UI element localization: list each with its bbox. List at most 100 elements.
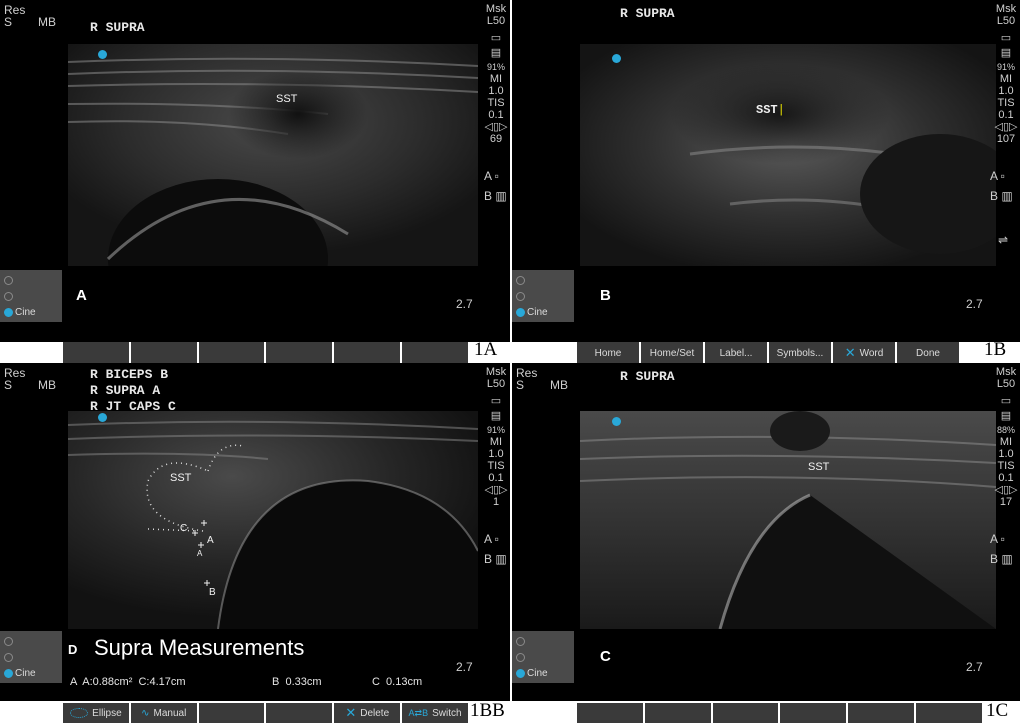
parameter-strip: Msk L50 ▭ ▤ 91% MI 1.0 TIS 0.1 ◁▯▷ 69 xyxy=(478,4,510,146)
mi-value: 1.0 xyxy=(488,448,504,460)
word-button[interactable]: ✕ Word xyxy=(833,342,895,364)
symbols-button[interactable]: Symbols... xyxy=(769,342,831,364)
softkey[interactable] xyxy=(916,703,982,723)
softkey[interactable] xyxy=(198,703,265,723)
radio-icon[interactable] xyxy=(4,637,13,646)
radio-icon[interactable] xyxy=(4,276,13,285)
disk-icon: ▤ xyxy=(1000,410,1012,422)
marker-b: B xyxy=(209,587,216,598)
panel-letter: D xyxy=(68,642,78,657)
panel-letter: B xyxy=(600,287,611,304)
mi-label: MI xyxy=(489,436,503,448)
home-set-button[interactable]: Home/Set xyxy=(641,342,703,364)
switch-icon: A⇄B xyxy=(408,707,429,718)
ellipse-label: Ellipse xyxy=(92,707,122,719)
battery-icon: ▭ xyxy=(490,395,502,407)
switch-label: Switch xyxy=(432,707,462,719)
figure-label: 1BB xyxy=(470,700,505,721)
battery-icon: ▭ xyxy=(1000,32,1012,44)
panel-c: Res S MB R SUPRA SST Msk L50 ▭ ▤ 88% MI … xyxy=(512,363,1020,701)
home-button[interactable]: Home xyxy=(577,342,639,364)
softkey[interactable] xyxy=(848,703,915,723)
softkey[interactable] xyxy=(266,703,333,723)
focus-marker xyxy=(98,50,107,59)
probe-model: L50 xyxy=(486,378,506,390)
cine-label: Cine xyxy=(527,307,548,318)
delete-label: Delete xyxy=(360,707,390,719)
depth-value: 2.7 xyxy=(456,297,473,311)
button-bar xyxy=(577,703,982,723)
image-title-line: R BICEPS B xyxy=(90,367,169,382)
trace-icon: ∿ xyxy=(141,707,150,719)
mi-value: 1.0 xyxy=(998,448,1014,460)
cine-panel[interactable]: Cine xyxy=(512,631,574,683)
ultrasound-image xyxy=(580,44,996,266)
tis-label: TIS xyxy=(487,97,505,109)
mi-value: 1.0 xyxy=(488,85,504,97)
probe-model: L50 xyxy=(996,15,1016,27)
radio-icon[interactable] xyxy=(516,276,525,285)
measurement-b: B 0.33cm xyxy=(272,676,322,688)
panel-a: Res S MB R SUPRA SST Msk L50 ▭ ▤ 91% MI … xyxy=(0,0,510,342)
sst-label: SST xyxy=(808,461,830,473)
softkey[interactable] xyxy=(198,342,265,364)
softkey[interactable] xyxy=(780,703,847,723)
cine-radio-icon[interactable] xyxy=(4,308,13,317)
mb-label: MB xyxy=(550,378,568,392)
probe-model: L50 xyxy=(486,15,506,27)
tis-label: TIS xyxy=(997,460,1015,472)
probe-label: Msk xyxy=(995,3,1017,15)
softkey[interactable] xyxy=(644,703,711,723)
softkey[interactable] xyxy=(266,342,333,364)
frame-rate-icon: ◁▯▷ xyxy=(994,121,1018,133)
cine-panel[interactable]: Cine xyxy=(0,631,62,683)
screen-a-icon: A ▫ xyxy=(990,532,1005,546)
cine-panel[interactable]: Cine xyxy=(0,270,62,322)
image-title: R SUPRA xyxy=(620,6,675,21)
probe-label: Msk xyxy=(485,366,507,378)
screen-a-icon: A ▫ xyxy=(484,169,499,183)
radio-icon[interactable] xyxy=(516,653,525,662)
tis-value: 0.1 xyxy=(998,472,1014,484)
cine-panel[interactable]: Cine xyxy=(512,270,574,322)
radio-icon[interactable] xyxy=(4,292,13,301)
switch-button[interactable]: A⇄B Switch xyxy=(402,703,468,723)
softkey[interactable] xyxy=(63,342,129,364)
manual-button[interactable]: ∿ Manual xyxy=(130,703,197,723)
battery-icon: ▭ xyxy=(1000,395,1012,407)
radio-icon[interactable] xyxy=(4,653,13,662)
disk-icon: ▤ xyxy=(1000,47,1012,59)
button-bar xyxy=(63,342,468,364)
screen-b-icon: B ▥ xyxy=(990,552,1013,566)
frame-rate-value: 17 xyxy=(999,496,1013,508)
sst-label: SST xyxy=(276,93,298,105)
delete-button[interactable]: ✕ Delete xyxy=(334,703,401,723)
softkey[interactable] xyxy=(712,703,779,723)
softkey[interactable] xyxy=(130,342,197,364)
cine-label: Cine xyxy=(527,668,548,679)
depth-value: 2.7 xyxy=(456,660,473,674)
mi-label: MI xyxy=(999,436,1013,448)
softkey[interactable] xyxy=(577,703,643,723)
gain-value: 91% xyxy=(486,425,505,435)
tis-label: TIS xyxy=(487,460,505,472)
done-button[interactable]: Done xyxy=(897,342,959,364)
cine-radio-icon[interactable] xyxy=(516,308,525,317)
radio-icon[interactable] xyxy=(516,292,525,301)
figure-label: 1C xyxy=(986,700,1009,721)
panel-d: Res S MB R BICEPS B R SUPRA A R JT CAPS … xyxy=(0,363,510,701)
focus-marker xyxy=(98,413,107,422)
button-bar: Ellipse ∿ Manual ✕ Delete A⇄B Switch xyxy=(63,703,468,723)
battery-icon: ▭ xyxy=(490,32,502,44)
softkey[interactable] xyxy=(334,342,401,364)
radio-icon[interactable] xyxy=(516,637,525,646)
cine-radio-icon[interactable] xyxy=(4,669,13,678)
marker-a: A xyxy=(207,535,214,546)
ellipse-button[interactable]: Ellipse xyxy=(63,703,129,723)
ultrasound-image xyxy=(68,44,478,266)
label-button[interactable]: Label... xyxy=(705,342,767,364)
gain-value: 91% xyxy=(486,62,505,72)
marker-c: C xyxy=(180,523,188,534)
cine-radio-icon[interactable] xyxy=(516,669,525,678)
softkey[interactable] xyxy=(402,342,468,364)
